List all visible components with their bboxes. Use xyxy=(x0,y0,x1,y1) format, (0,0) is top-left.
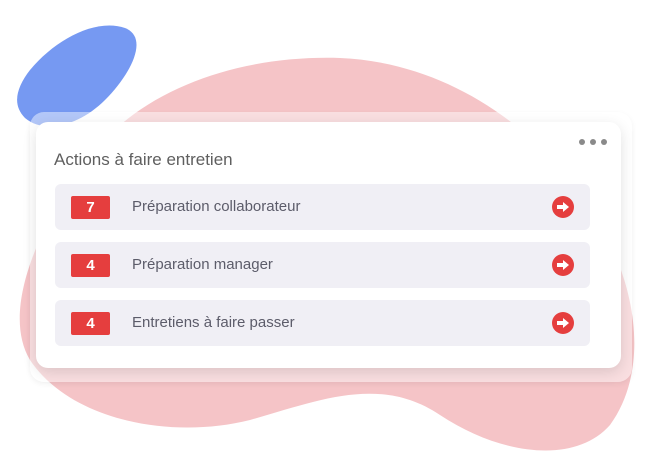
actions-widget: Actions à faire entretien 7 Préparation … xyxy=(36,122,621,368)
arrow-right-circle-icon[interactable] xyxy=(552,196,574,218)
dot xyxy=(579,139,585,145)
action-label: Entretiens à faire passer xyxy=(132,314,295,331)
action-list: 7 Préparation collaborateur 4 Préparatio… xyxy=(55,184,590,358)
count-badge: 4 xyxy=(71,254,110,277)
count-badge: 4 xyxy=(71,312,110,335)
arrow-right-circle-icon[interactable] xyxy=(552,254,574,276)
widget-title: Actions à faire entretien xyxy=(54,150,233,169)
dot xyxy=(590,139,596,145)
action-label: Préparation collaborateur xyxy=(132,198,301,215)
action-row-preparation-manager[interactable]: 4 Préparation manager xyxy=(55,242,590,288)
arrow-right-circle-icon[interactable] xyxy=(552,312,574,334)
count-badge: 7 xyxy=(71,196,110,219)
more-options-icon[interactable] xyxy=(579,134,607,150)
action-row-entretiens-a-faire-passer[interactable]: 4 Entretiens à faire passer xyxy=(55,300,590,346)
action-row-preparation-collaborateur[interactable]: 7 Préparation collaborateur xyxy=(55,184,590,230)
action-label: Préparation manager xyxy=(132,256,273,273)
dot xyxy=(601,139,607,145)
